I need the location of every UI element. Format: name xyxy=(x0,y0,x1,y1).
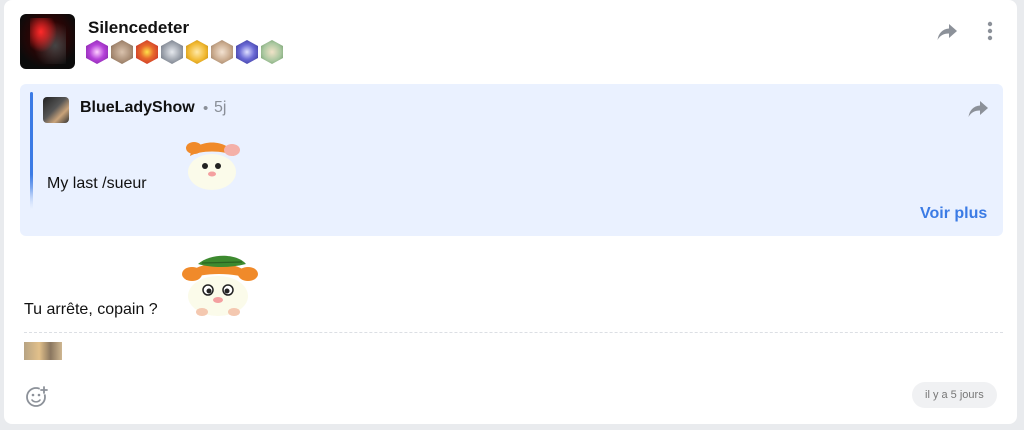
signature-image[interactable] xyxy=(24,342,62,360)
quote-fade xyxy=(20,188,1003,218)
tan-creature-badge[interactable] xyxy=(211,40,233,64)
brown-creature-badge[interactable] xyxy=(111,40,133,64)
post-timestamp: il y a 5 jours xyxy=(912,382,997,408)
share-arrow-icon[interactable] xyxy=(966,98,990,120)
quoted-message: BlueLadyShow • 5j My last /sueur Voir pl… xyxy=(20,84,1003,236)
hamster-leaf-sticker xyxy=(182,255,258,316)
hamster-sticker xyxy=(186,142,240,190)
add-reaction-icon[interactable] xyxy=(24,384,50,410)
blue-moon-badge[interactable] xyxy=(236,40,258,64)
yellow-face-badge[interactable] xyxy=(186,40,208,64)
share-arrow-icon[interactable] xyxy=(934,20,960,44)
message-text: Tu arrête, copain ? xyxy=(24,301,158,318)
quoted-author-name[interactable]: BlueLadyShow xyxy=(80,99,195,117)
red-yellow-badge[interactable] xyxy=(136,40,158,64)
quote-age: 5j xyxy=(214,99,227,116)
quoted-author-avatar[interactable] xyxy=(43,97,69,123)
post-card: Silencedeter BlueLadyShow • 5j My last /… xyxy=(4,0,1017,424)
divider xyxy=(24,332,1003,333)
badge-list xyxy=(86,40,283,64)
author-name[interactable]: Silencedeter xyxy=(88,18,189,38)
quote-separator: • xyxy=(203,100,209,117)
green-character-badge[interactable] xyxy=(261,40,283,64)
author-avatar[interactable] xyxy=(20,14,75,69)
purple-swirl-badge[interactable] xyxy=(86,40,108,64)
vertical-dots-icon[interactable] xyxy=(980,18,1000,44)
see-more-link[interactable]: Voir plus xyxy=(920,205,987,223)
grey-knight-badge[interactable] xyxy=(161,40,183,64)
